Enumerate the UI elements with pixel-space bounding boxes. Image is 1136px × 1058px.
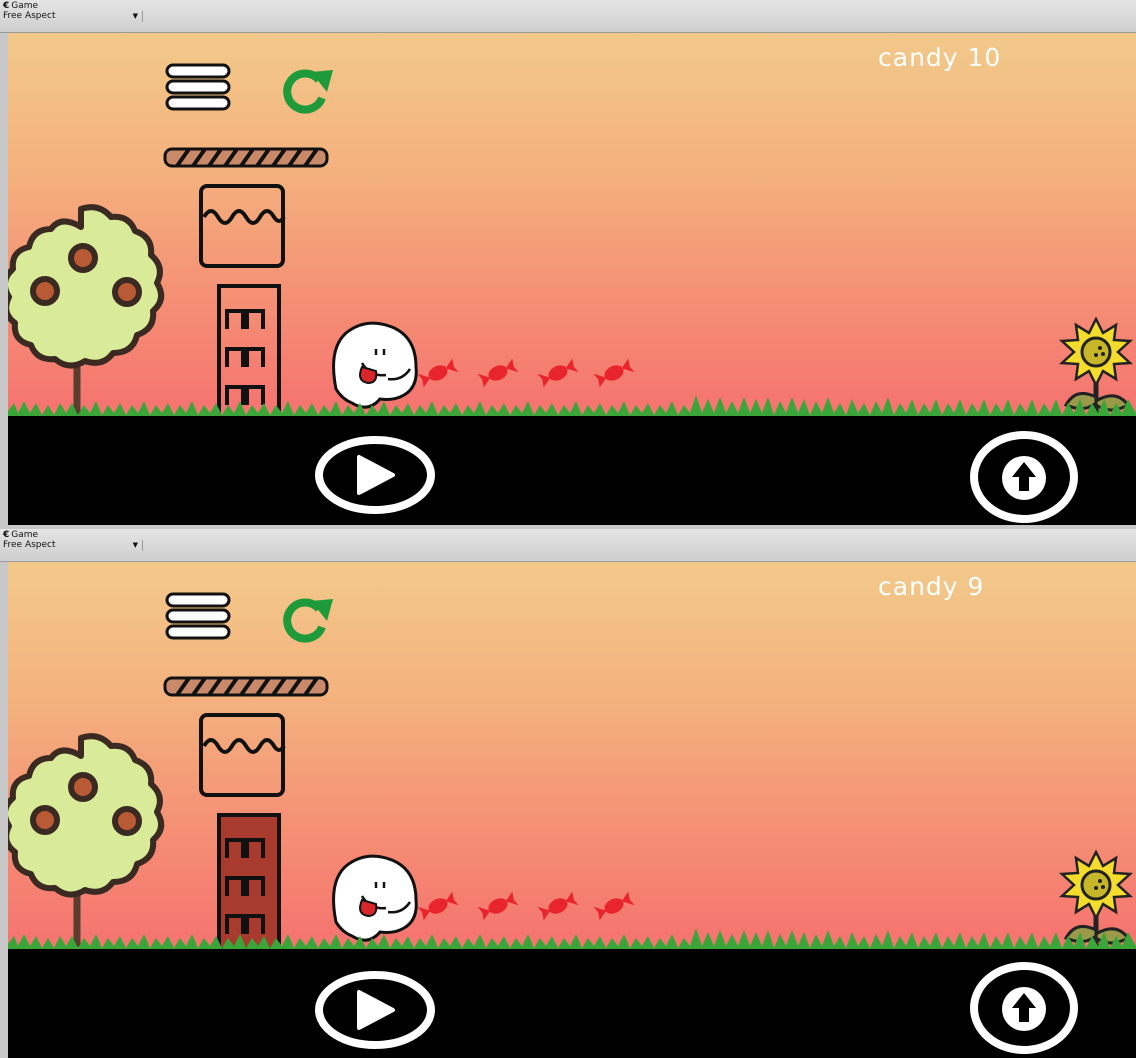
spring-box [199, 184, 286, 268]
candy-count: 9 [967, 572, 985, 601]
candy-label: candy [878, 572, 959, 601]
game-viewport: candy 10 [8, 33, 1136, 525]
restart-icon[interactable] [275, 595, 337, 645]
candy-label: candy [878, 43, 959, 72]
ground [8, 949, 1136, 1058]
spring-box [199, 713, 286, 797]
aspect-label: Free Aspect [3, 540, 56, 550]
game-tab[interactable]: € Game [3, 530, 38, 540]
restart-icon[interactable] [275, 66, 337, 116]
wooden-plank [163, 147, 329, 168]
menu-icon[interactable] [165, 63, 233, 113]
menu-icon[interactable] [165, 592, 233, 642]
aspect-dropdown[interactable]: Free Aspect ▼ [3, 540, 143, 551]
game-tab-bar: € Game Free Aspect ▼ [0, 529, 1136, 562]
wooden-plank [163, 676, 329, 697]
ground [8, 416, 1136, 525]
jump-button[interactable] [968, 962, 1082, 1056]
candy-counter: candy 10 [878, 43, 1128, 72]
game-panel-top: € Game Free Aspect ▼ candy 10 [0, 0, 1136, 527]
candy-counter: candy 9 [878, 572, 1128, 601]
game-tab-label: Game [11, 1, 39, 11]
play-button[interactable] [313, 435, 437, 515]
game-tab[interactable]: € Game [3, 1, 38, 11]
game-window-icon: € [3, 1, 10, 11]
game-window-icon: € [3, 530, 10, 540]
game-viewport: candy 9 [8, 562, 1136, 1058]
game-tab-label: Game [11, 530, 39, 540]
chevron-down-icon: ▼ [132, 12, 138, 20]
aspect-dropdown[interactable]: Free Aspect ▼ [3, 11, 143, 22]
game-panel-bottom: € Game Free Aspect ▼ candy 9 [0, 529, 1136, 1058]
candy-count: 10 [967, 43, 1002, 72]
game-tab-bar: € Game Free Aspect ▼ [0, 0, 1136, 33]
play-button[interactable] [313, 970, 437, 1050]
chevron-down-icon: ▼ [132, 541, 138, 549]
jump-button[interactable] [968, 431, 1082, 525]
aspect-label: Free Aspect [3, 11, 56, 21]
